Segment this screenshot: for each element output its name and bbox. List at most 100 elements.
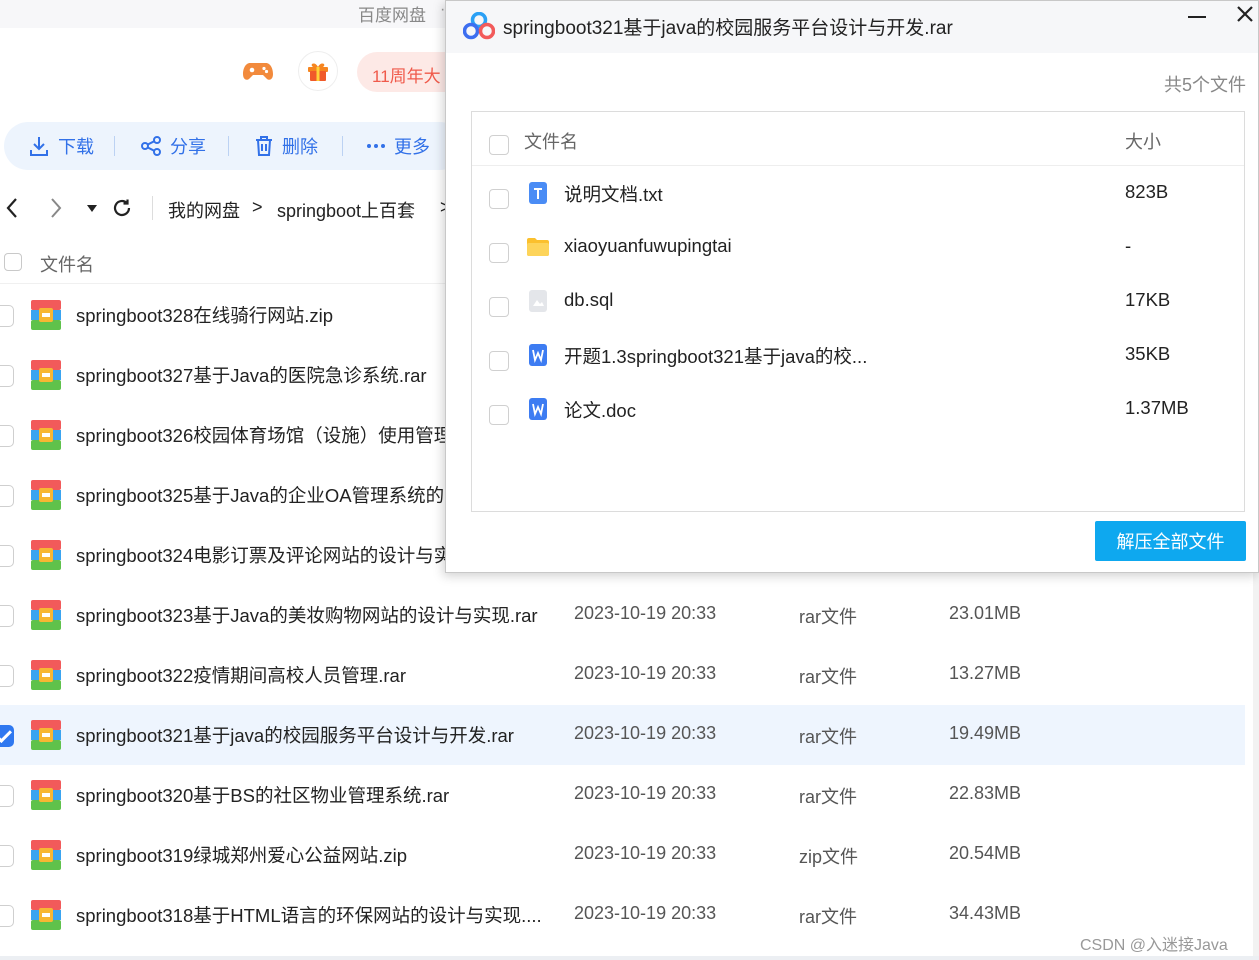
- file-name[interactable]: springboot318基于HTML语言的环保网站的设计与实现....: [76, 902, 542, 928]
- row-checkbox[interactable]: [489, 243, 509, 263]
- archive-file-icon: [31, 900, 61, 930]
- breadcrumb-folder[interactable]: springboot上百套: [277, 197, 415, 223]
- file-size: 20.54MB: [949, 843, 1022, 863]
- column-header-name[interactable]: 文件名: [40, 251, 94, 277]
- row-checkbox[interactable]: [489, 405, 509, 425]
- row-checkbox[interactable]: [0, 485, 14, 507]
- row-checkbox[interactable]: [0, 665, 14, 687]
- archive-file-icon: [31, 840, 61, 870]
- file-row[interactable]: springboot321基于java的校园服务平台设计与开发.rar 2023-…: [0, 705, 1245, 765]
- column-header-name: 文件名: [524, 132, 578, 152]
- row-checkbox[interactable]: [0, 905, 14, 927]
- row-checkbox[interactable]: [0, 605, 14, 627]
- extract-all-button[interactable]: 解压全部文件: [1095, 521, 1246, 561]
- share-icon: [141, 136, 161, 156]
- download-icon: [30, 137, 48, 156]
- select-all-checkbox[interactable]: [4, 253, 22, 271]
- archive-file-row[interactable]: 开题1.3springboot321基于java的校... 35KB: [472, 328, 1244, 382]
- close-button[interactable]: [1233, 5, 1257, 29]
- trash-icon: [256, 136, 272, 156]
- archive-file-name[interactable]: 论文.doc: [564, 397, 636, 423]
- row-checkbox[interactable]: [489, 189, 509, 209]
- more-dots-icon: [367, 144, 385, 148]
- archive-file-row[interactable]: db.sql 17KB: [472, 274, 1244, 328]
- history-dropdown[interactable]: [80, 196, 104, 220]
- file-size: 22.83MB: [949, 783, 1022, 803]
- file-name[interactable]: springboot325基于Java的企业OA管理系统的: [76, 482, 444, 508]
- folder-icon: [527, 238, 549, 256]
- file-name[interactable]: springboot326校园体育场馆（设施）使用管理: [76, 422, 452, 448]
- chevron-right-icon: [51, 198, 62, 218]
- file-type: rar文件: [799, 607, 857, 627]
- file-size: 23.01MB: [949, 603, 1022, 623]
- baidu-netdisk-logo-icon: [463, 12, 495, 40]
- archive-file-size: 35KB: [1125, 343, 1171, 364]
- archive-file-size: 1.37MB: [1125, 397, 1189, 418]
- file-type: rar文件: [799, 667, 857, 687]
- download-button[interactable]: 下载: [28, 122, 94, 170]
- game-center-button[interactable]: [238, 51, 278, 91]
- row-checkbox[interactable]: [0, 725, 14, 747]
- row-checkbox[interactable]: [0, 845, 14, 867]
- watermark: CSDN @入迷接Java: [1080, 937, 1228, 954]
- download-label: 下载: [58, 137, 94, 157]
- archive-file-name[interactable]: db.sql: [564, 289, 613, 311]
- file-name[interactable]: springboot328在线骑行网站.zip: [76, 302, 333, 328]
- row-checkbox[interactable]: [489, 297, 509, 317]
- dialog-header: springboot321基于java的校园服务平台设计与开发.rar: [446, 1, 1258, 53]
- delete-label: 删除: [282, 137, 318, 157]
- select-all-checkbox[interactable]: [489, 135, 509, 155]
- close-icon: [1237, 6, 1253, 22]
- word-file-icon: [529, 398, 547, 420]
- archive-file-row[interactable]: 说明文档.txt 823B: [472, 166, 1244, 220]
- file-name[interactable]: springboot320基于BS的社区物业管理系统.rar: [76, 782, 449, 808]
- refresh-button[interactable]: [110, 196, 134, 220]
- back-button[interactable]: [0, 196, 24, 220]
- file-count: 共5个文件: [1163, 75, 1246, 95]
- file-name[interactable]: springboot327基于Java的医院急诊系统.rar: [76, 362, 427, 388]
- minimize-button[interactable]: [1186, 5, 1212, 31]
- file-type: rar文件: [799, 727, 857, 747]
- share-button[interactable]: 分享: [140, 122, 206, 170]
- delete-button[interactable]: 删除: [254, 122, 318, 170]
- gift-button[interactable]: [298, 51, 338, 91]
- gamepad-icon: [243, 63, 273, 80]
- file-row[interactable]: springboot318基于HTML语言的环保网站的设计与实现.... 2023…: [0, 885, 1245, 945]
- archive-file-icon: [31, 300, 61, 330]
- gift-icon: [308, 63, 328, 81]
- file-row[interactable]: springboot320基于BS的社区物业管理系统.rar 2023-10-19…: [0, 765, 1245, 825]
- more-button[interactable]: 更多: [366, 122, 430, 170]
- file-size: 13.27MB: [949, 663, 1022, 683]
- row-checkbox[interactable]: [0, 425, 14, 447]
- file-name[interactable]: springboot322疫情期间高校人员管理.rar: [76, 662, 406, 688]
- file-row[interactable]: springboot319绿城郑州爱心公益网站.zip 2023-10-19 20…: [0, 825, 1245, 885]
- toolbar-divider: [228, 136, 229, 156]
- archive-file-row[interactable]: 论文.doc 1.37MB: [472, 382, 1244, 436]
- file-name[interactable]: springboot324电影订票及评论网站的设计与实: [76, 542, 452, 568]
- archive-file-size: 17KB: [1125, 289, 1171, 310]
- file-name[interactable]: springboot319绿城郑州爱心公益网站.zip: [76, 842, 407, 868]
- txt-file-icon: [529, 182, 547, 204]
- breadcrumb-separator: >: [252, 197, 263, 217]
- row-checkbox[interactable]: [0, 305, 14, 327]
- archive-file-name[interactable]: xiaoyuanfuwupingtai: [564, 235, 732, 257]
- row-checkbox[interactable]: [0, 365, 14, 387]
- toolbar-divider: [342, 136, 343, 156]
- scrollbar-track[interactable]: [1253, 570, 1259, 960]
- file-name[interactable]: springboot321基于java的校园服务平台设计与开发.rar: [76, 722, 514, 748]
- file-type: zip文件: [799, 847, 859, 867]
- file-name[interactable]: springboot323基于Java的美妆购物网站的设计与实现.rar: [76, 602, 538, 628]
- file-row[interactable]: springboot323基于Java的美妆购物网站的设计与实现.rar 2023…: [0, 585, 1245, 645]
- archive-file-name[interactable]: 开题1.3springboot321基于java的校...: [564, 343, 867, 369]
- caret-down-icon: [87, 205, 97, 212]
- file-row[interactable]: springboot322疫情期间高校人员管理.rar 2023-10-19 20…: [0, 645, 1245, 705]
- breadcrumb-root[interactable]: 我的网盘: [168, 197, 240, 223]
- row-checkbox[interactable]: [0, 785, 14, 807]
- archive-file-name[interactable]: 说明文档.txt: [564, 181, 663, 207]
- archive-file-icon: [31, 480, 61, 510]
- archive-file-row[interactable]: xiaoyuanfuwupingtai -: [472, 220, 1244, 274]
- forward-button[interactable]: [44, 196, 68, 220]
- row-checkbox[interactable]: [0, 545, 14, 567]
- archive-file-size: 823B: [1125, 181, 1169, 202]
- row-checkbox[interactable]: [489, 351, 509, 371]
